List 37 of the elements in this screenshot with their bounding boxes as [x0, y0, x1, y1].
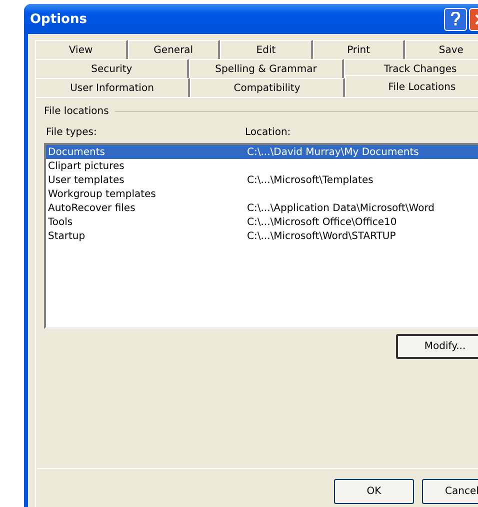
location-text: C:\...\Microsoft\Templates — [247, 174, 374, 186]
dialog-button[interactable]: Cancel — [422, 479, 478, 504]
file-type-text: Clipart pictures — [48, 160, 124, 172]
location-text: C:\...\Application Data\Microsoft\Word — [247, 202, 435, 214]
list-row[interactable]: AutoRecover files C:\...\Application Data\Microsoft\Word — [46, 201, 478, 215]
file-type-text: AutoRecover files — [48, 202, 136, 214]
dialog-button[interactable]: OK — [334, 479, 414, 504]
tab[interactable]: User Information — [35, 78, 190, 97]
modify-button[interactable]: Modify... — [396, 334, 478, 359]
location-text: C:\...\David Murray\My Documents — [247, 146, 419, 158]
list-row[interactable]: Tools C:\...\Microsoft Office\Office10 — [46, 215, 478, 229]
tab[interactable]: Edit — [220, 40, 313, 59]
file-type-text: Documents — [48, 146, 106, 158]
file-type-text: Workgroup templates — [48, 188, 156, 200]
tab[interactable]: View — [35, 40, 128, 59]
list-row[interactable]: Documents C:\...\David Murray\My Documents — [46, 145, 478, 159]
tab[interactable]: Security — [35, 59, 190, 78]
file-type-text: Startup — [48, 230, 86, 242]
column-header: Location: — [245, 127, 291, 138]
tab[interactable]: File Locations — [345, 75, 478, 98]
location-text: C:\...\Microsoft\Word\STARTUP — [247, 230, 396, 242]
list-row[interactable]: Clipart pictures — [46, 159, 478, 173]
tab[interactable]: Save — [405, 40, 478, 59]
group-title: File locations — [44, 106, 109, 117]
location-text: C:\...\Microsoft Office\Office10 — [247, 216, 397, 228]
list-row[interactable]: Startup C:\...\Microsoft\Word\STARTUP — [46, 229, 478, 243]
file-type-text: Tools — [48, 216, 73, 228]
help-icon[interactable] — [444, 8, 467, 30]
file-type-text: User templates — [48, 174, 124, 186]
tab[interactable]: Spelling & Grammar — [189, 59, 344, 78]
tab[interactable]: Print — [312, 40, 406, 59]
tab[interactable]: Compatibility — [190, 78, 345, 97]
list-row[interactable]: Workgroup templates — [46, 187, 478, 201]
window-title: Options — [30, 12, 88, 26]
tab[interactable]: General — [128, 40, 220, 59]
column-header: File types: — [46, 127, 97, 138]
list-row[interactable]: User templates C:\...\Microsoft\Templates — [46, 173, 478, 187]
